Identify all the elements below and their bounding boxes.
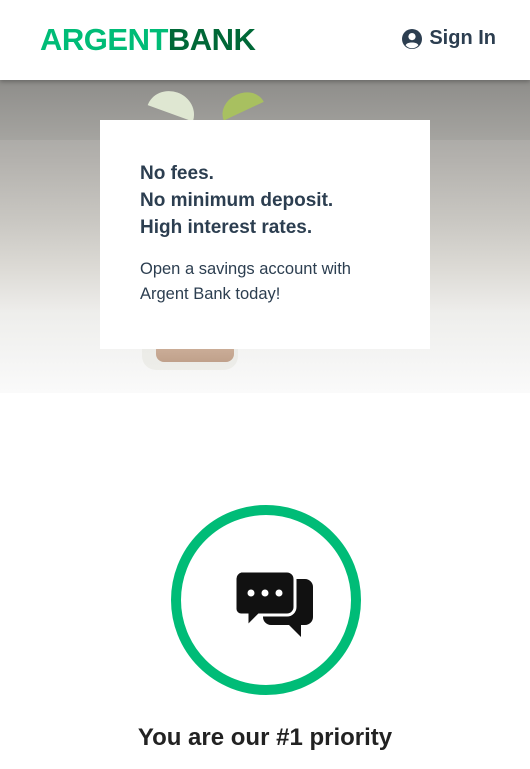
site-header: ARGENTBANK Sign In [0, 0, 530, 80]
argent-bank-logo[interactable]: ARGENTBANK [40, 22, 256, 58]
hero-subtitle: High interest rates. [140, 217, 313, 238]
hero-content-card: No fees. No minimum deposit. High intere… [100, 120, 430, 349]
feature-icon-circle [171, 505, 361, 695]
logo-bank-text: BANK [167, 22, 256, 57]
sign-in-label: Sign In [429, 27, 496, 49]
feature-item: You are our #1 priority [0, 393, 530, 769]
hero-subtitle: No minimum deposit. [140, 190, 334, 211]
hero-subtitle: No fees. [140, 163, 214, 184]
feature-item-title: You are our #1 priority [137, 724, 393, 751]
logo-argent-text: ARGENT [40, 22, 168, 57]
hero-text: Open a savings account with Argent Bank … [140, 260, 351, 303]
user-circle-icon [402, 28, 423, 49]
hero-banner: No fees. No minimum deposit. High intere… [0, 80, 530, 393]
chat-icon [235, 571, 313, 637]
sign-in-link[interactable]: Sign In [402, 27, 496, 50]
